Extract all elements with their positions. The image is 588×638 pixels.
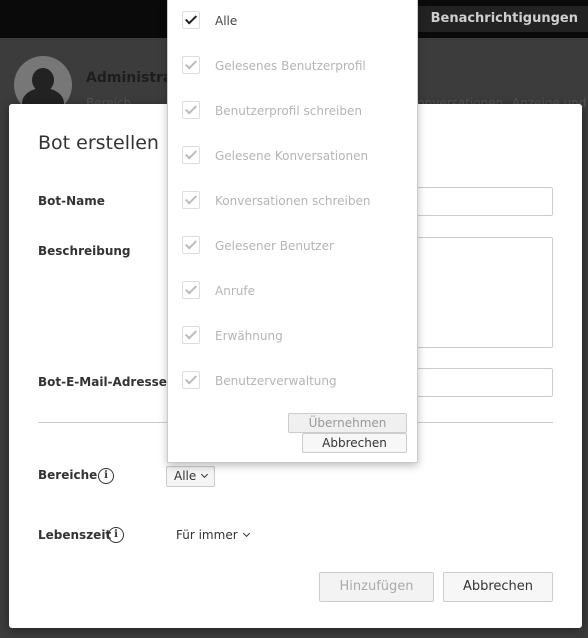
checkbox[interactable]	[182, 146, 200, 164]
scope-option-read-user-profile[interactable]: Gelesenes Benutzerprofil	[168, 45, 417, 90]
scopes-dropdown: Alle Gelesenes Benutzerprofil Benutzerpr…	[167, 0, 418, 463]
scope-option-calls[interactable]: Anrufe	[168, 270, 417, 315]
scope-option-all[interactable]: Alle	[168, 0, 417, 45]
dropdown-cancel-button[interactable]: Abbrechen	[302, 433, 407, 453]
scope-option-label: Benutzerverwaltung	[215, 374, 337, 388]
check-icon	[184, 192, 198, 205]
email-input[interactable]	[401, 368, 553, 397]
scopes-label: Bereiche	[38, 468, 98, 482]
apply-button[interactable]: Übernehmen	[288, 413, 407, 433]
scopes-info-icon[interactable]: i	[98, 468, 114, 484]
scope-option-label: Konversationen schreiben	[215, 194, 371, 208]
scope-option-label: Gelesener Benutzer	[215, 239, 334, 253]
chevron-down-icon	[201, 470, 209, 479]
scope-option-mention[interactable]: Erwähnung	[168, 315, 417, 360]
email-label: Bot-E-Mail-Adresse	[38, 375, 167, 389]
check-icon	[184, 282, 198, 295]
checkbox[interactable]	[182, 326, 200, 344]
checkbox[interactable]	[182, 101, 200, 119]
scope-option-label: Benutzerprofil schreiben	[215, 104, 362, 118]
scopes-selected-value: Alle	[174, 469, 197, 483]
bot-name-input[interactable]	[401, 187, 553, 216]
checkbox[interactable]	[182, 191, 200, 209]
bot-name-label: Bot-Name	[38, 194, 105, 208]
check-icon	[184, 372, 198, 385]
scope-option-write-conversations[interactable]: Konversationen schreiben	[168, 180, 417, 225]
notifications-button[interactable]: Benachrichtigungen	[414, 6, 588, 32]
checkbox[interactable]	[182, 371, 200, 389]
check-icon	[184, 12, 198, 25]
scope-option-write-user-profile[interactable]: Benutzerprofil schreiben	[168, 90, 417, 135]
chevron-down-icon	[242, 529, 250, 538]
scope-option-read-conversations[interactable]: Gelesene Konversationen	[168, 135, 417, 180]
lifetime-select[interactable]: Für immer	[176, 528, 250, 542]
check-icon	[184, 327, 198, 340]
scope-option-label: Gelesene Konversationen	[215, 149, 369, 163]
scope-option-label: Gelesenes Benutzerprofil	[215, 59, 366, 73]
lifetime-info-icon[interactable]: i	[108, 527, 124, 543]
lifetime-label: Lebenszeit	[38, 528, 112, 542]
check-icon	[184, 147, 198, 160]
check-icon	[184, 237, 198, 250]
checkbox[interactable]	[182, 236, 200, 254]
scope-option-label: Anrufe	[215, 284, 255, 298]
description-textarea[interactable]	[401, 237, 553, 348]
description-label: Beschreibung	[38, 244, 131, 258]
dialog-title: Bot erstellen	[38, 132, 159, 154]
check-icon	[184, 57, 198, 70]
checkbox[interactable]	[182, 281, 200, 299]
check-icon	[184, 102, 198, 115]
checkbox[interactable]	[182, 56, 200, 74]
cancel-button[interactable]: Abbrechen	[443, 572, 553, 602]
scope-option-user-management[interactable]: Benutzerverwaltung	[168, 360, 417, 405]
add-button[interactable]: Hinzufügen	[319, 572, 434, 602]
scope-option-label: Erwähnung	[215, 329, 283, 343]
checkbox[interactable]	[182, 11, 200, 29]
scope-option-read-user[interactable]: Gelesener Benutzer	[168, 225, 417, 270]
scope-option-label: Alle	[215, 14, 238, 28]
scopes-select[interactable]: Alle	[166, 466, 216, 487]
lifetime-selected-value: Für immer	[176, 528, 238, 542]
